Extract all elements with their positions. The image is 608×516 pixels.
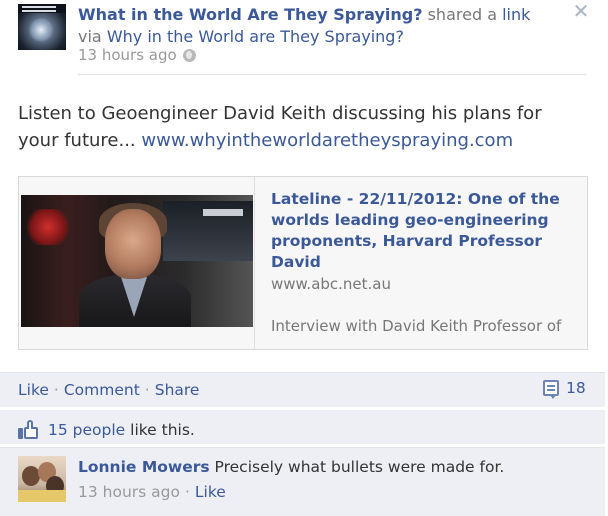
post-time-link[interactable]: 13 hours ago <box>78 46 177 64</box>
post-timestamp: 13 hours ago <box>78 46 196 64</box>
via-text: via <box>78 27 102 46</box>
comment-button[interactable]: Comment <box>64 381 140 399</box>
commenter-name-link[interactable]: Lonnie Mowers <box>78 458 210 476</box>
comment-body: Lonnie Mowers Precisely what bullets wer… <box>78 457 504 477</box>
page-avatar[interactable] <box>18 4 66 50</box>
via-page-link[interactable]: Why in the World are They Spraying? <box>107 27 404 46</box>
like-button[interactable]: Like <box>18 381 49 399</box>
comment-count: 18 <box>566 379 586 397</box>
share-button[interactable]: Share <box>155 381 200 399</box>
post-header: What in the World Are They Spraying? sha… <box>78 4 558 48</box>
preview-domain: www.abc.net.au <box>271 275 392 293</box>
likes-count-link[interactable]: 15 people <box>48 421 125 439</box>
commenter-avatar[interactable] <box>18 456 66 502</box>
comment-item: Lonnie Mowers Precisely what bullets wer… <box>0 447 605 516</box>
preview-description: Interview with David Keith Professor of <box>271 317 562 335</box>
separator-dot: · <box>184 483 190 501</box>
video-thumbnail[interactable] <box>21 195 253 327</box>
preview-title-link[interactable]: Lateline - 22/11/2012: One of the worlds… <box>271 189 571 273</box>
separator-dot: · <box>53 381 59 399</box>
comment-icon <box>543 380 559 399</box>
comment-time[interactable]: 13 hours ago <box>78 483 180 501</box>
likes-row: 15 people like this. <box>0 410 605 444</box>
likes-suffix: like this. <box>130 421 195 439</box>
comment-text: Precisely what bullets were made for. <box>214 458 505 476</box>
comment-count-button[interactable]: 18 <box>543 379 586 399</box>
preview-divider <box>254 177 255 349</box>
thumbs-up-icon <box>18 420 40 440</box>
close-icon[interactable]: ✕ <box>570 0 592 22</box>
separator-dot: · <box>144 381 150 399</box>
likes-summary: 15 people like this. <box>48 421 195 439</box>
action-bar: Like · Comment · Share 18 <box>0 372 605 407</box>
link-word-link[interactable]: link <box>502 5 530 24</box>
link-preview[interactable]: Lateline - 22/11/2012: One of the worlds… <box>18 176 588 350</box>
post-author-link[interactable]: What in the World Are They Spraying? <box>78 5 423 24</box>
shared-text: shared a <box>427 5 497 24</box>
post-message-link[interactable]: www.whyintheworldaretheyspraying.com <box>141 130 513 151</box>
comment-meta: 13 hours ago · Like <box>78 483 226 501</box>
header-divider <box>78 74 586 75</box>
comment-like-button[interactable]: Like <box>195 483 226 501</box>
globe-icon <box>182 48 196 62</box>
post-message: Listen to Geoengineer David Keith discus… <box>18 100 578 154</box>
